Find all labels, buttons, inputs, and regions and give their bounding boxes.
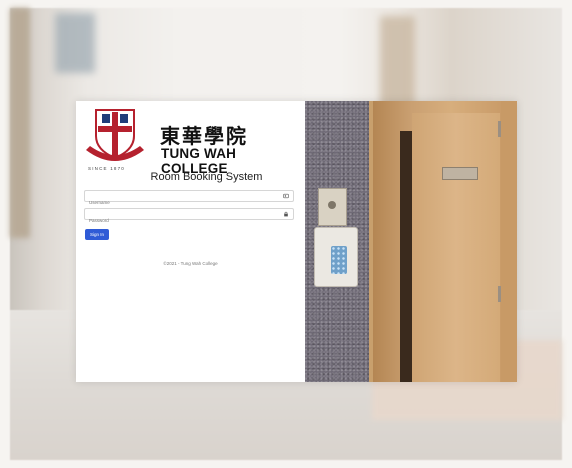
- copyright-text: ©2021 - Tung Wah College: [163, 261, 218, 266]
- username-input[interactable]: [85, 197, 269, 208]
- keypad-buttons: [331, 246, 347, 274]
- access-keypad: [314, 227, 358, 287]
- college-chinese-name: 東華學院: [160, 124, 248, 148]
- password-field[interactable]: [84, 208, 294, 226]
- hinge: [498, 286, 501, 302]
- hinge: [498, 121, 501, 137]
- room-number-sign: [442, 167, 478, 180]
- door-frame-right: [501, 101, 517, 382]
- exit-button-plate: [318, 188, 347, 226]
- door-gap: [400, 131, 412, 382]
- background-window: [55, 13, 95, 73]
- door-access-photo: [305, 101, 517, 382]
- login-card: 東華學院 TUNG WAH COLLEGE SINCE 1870 Room Bo…: [76, 101, 517, 382]
- user-card-icon: [283, 193, 289, 199]
- password-input[interactable]: [85, 215, 269, 226]
- sign-in-button[interactable]: Sign In: [85, 229, 109, 240]
- lock-icon: [284, 211, 288, 217]
- college-crest-icon: [86, 109, 144, 161]
- background-pillar: [10, 8, 30, 238]
- username-field[interactable]: [84, 190, 294, 208]
- page-title: Room Booking System: [150, 171, 263, 183]
- exit-button: [328, 201, 336, 209]
- door-panel: [412, 113, 500, 382]
- college-logo: 東華學院 TUNG WAH COLLEGE: [84, 106, 304, 176]
- login-panel: 東華學院 TUNG WAH COLLEGE SINCE 1870 Room Bo…: [76, 101, 305, 382]
